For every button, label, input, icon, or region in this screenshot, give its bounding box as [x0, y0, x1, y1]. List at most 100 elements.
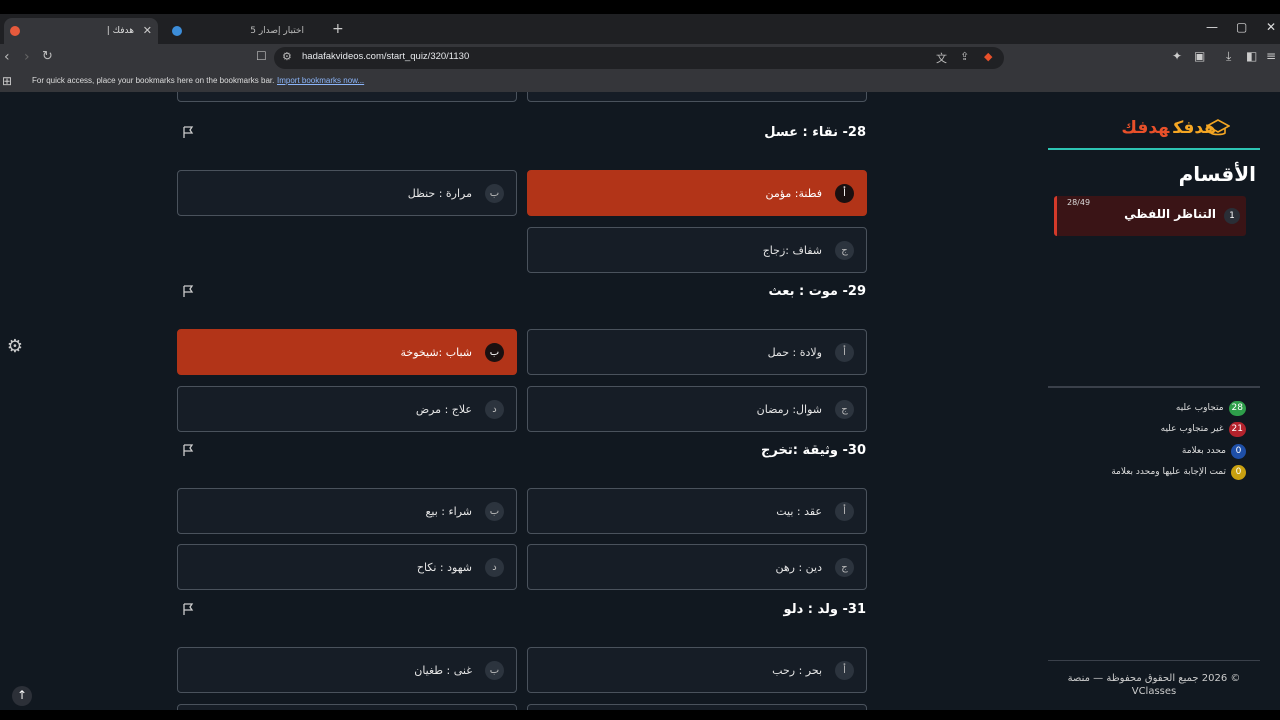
option-card[interactable]: ب شباب :شيخوخة [177, 329, 517, 375]
option-card[interactable]: ب شراء : بيع [177, 488, 517, 534]
logo-text-accent: هدفك [1121, 118, 1170, 138]
maximize-icon[interactable]: ▢ [1236, 20, 1247, 34]
option-text: علاج : مرض [415, 403, 472, 416]
option-text: عقد : بيت [776, 505, 822, 518]
divider [1048, 386, 1260, 388]
legend-count: 28 [1228, 400, 1246, 416]
download-icon[interactable]: ⤓ [1226, 49, 1231, 64]
option-card[interactable] [527, 704, 867, 710]
option-text: غنى : طغيان [414, 664, 472, 677]
legend-answered: 28 متجاوب عليه [1176, 400, 1246, 416]
section-item-verbal-analogy[interactable]: 28/49 1 التناظر اللفظي [1054, 196, 1246, 236]
legend-label: تمت الإجابة عليها ومحدد بعلامة [1111, 467, 1226, 477]
section-progress-count: 28/49 [1067, 198, 1091, 207]
option-letter: أ [835, 184, 854, 203]
shield-icon[interactable]: ◆ [984, 50, 992, 63]
sections-sidebar: هدفكهدفك الأقسام 28/49 1 التناظر اللفظي … [1048, 92, 1260, 710]
option-letter: أ [835, 502, 854, 521]
tab-title: اختبار إصدار 5 [250, 26, 304, 36]
flag-icon[interactable] [182, 285, 194, 297]
option-card[interactable] [527, 92, 867, 102]
option-letter: ب [485, 502, 504, 521]
option-text: شراء : بيع [425, 505, 472, 518]
option-card[interactable] [177, 704, 517, 710]
option-text: شباب :شيخوخة [400, 346, 472, 359]
option-letter: ج [835, 558, 854, 577]
footer-copyright: © 2026 جميع الحقوق محفوظة — منصة VClasse… [1067, 673, 1241, 697]
section-number: 1 [1224, 208, 1240, 224]
tab-title: هدفك | [106, 26, 134, 36]
question-title: 28- نقاء : عسل [764, 125, 866, 140]
forward-icon[interactable]: › [24, 49, 30, 65]
option-text: مرارة : حنظل [407, 187, 472, 200]
option-letter: أ [835, 343, 854, 362]
sidebar-icon[interactable]: ◧ [1246, 49, 1257, 63]
menu-icon[interactable]: ≡ [1266, 49, 1276, 63]
site-favicon-icon [10, 26, 20, 36]
quiz-page: 28- نقاء : عسل أ فطنة: مؤمن ب مرارة : حن… [0, 92, 1280, 710]
close-icon[interactable]: ✕ [143, 24, 152, 37]
option-text: فطنة: مؤمن [765, 187, 822, 200]
browser-toolbar: ‹ › ↻ ☐ ⚙ hadafakvideos.com/start_quiz/3… [0, 44, 1280, 72]
section-name: التناظر اللفظي [1124, 207, 1216, 221]
option-text: شهود : نكاح [416, 561, 472, 574]
option-text: بحر : رحب [772, 664, 822, 677]
back-icon[interactable]: ‹ [4, 49, 10, 65]
option-card[interactable]: د شهود : نكاح [177, 544, 517, 590]
option-card[interactable]: ب غنى : طغيان [177, 647, 517, 693]
option-letter: د [485, 558, 504, 577]
legend-count: 21 [1228, 421, 1246, 437]
legend-unanswered: 21 غير متجاوب عليه [1161, 421, 1246, 437]
divider [1048, 148, 1260, 150]
option-letter: ج [835, 400, 854, 419]
option-letter: د [485, 400, 504, 419]
settings-gear-icon[interactable]: ⚙ [4, 336, 26, 358]
option-card[interactable]: ج شفاف :زجاج [527, 227, 867, 273]
option-card[interactable]: أ فطنة: مؤمن [527, 170, 867, 216]
legend-count: 0 [1231, 443, 1246, 459]
site-info-icon[interactable]: ⚙ [282, 50, 292, 63]
import-bookmarks-link[interactable]: Import bookmarks now... [277, 76, 364, 85]
share-icon[interactable]: ⇪ [960, 50, 969, 63]
bookmarks-bar: ⊞ For quick access, place your bookmarks… [0, 72, 1280, 92]
scroll-top-icon[interactable]: ↑ [12, 686, 32, 706]
apps-grid-icon[interactable]: ⊞ [2, 74, 12, 88]
minimize-icon[interactable]: — [1206, 20, 1218, 34]
flag-icon[interactable] [182, 444, 194, 456]
extensions-icon[interactable]: ✦ [1172, 49, 1182, 63]
legend-label: غير متجاوب عليه [1160, 424, 1224, 434]
legend-label: محدد بعلامة [1181, 446, 1226, 456]
wallet-icon[interactable]: ▣ [1194, 49, 1205, 63]
divider [1048, 660, 1260, 661]
option-card[interactable]: أ ولادة : حمل [527, 329, 867, 375]
new-tab-icon[interactable]: + [332, 21, 344, 37]
option-card[interactable]: ب مرارة : حنظل [177, 170, 517, 216]
option-letter: ج [835, 241, 854, 260]
flag-icon[interactable] [182, 603, 194, 615]
translate-icon[interactable]: 文 [936, 50, 947, 66]
site-favicon-icon [172, 26, 182, 36]
option-card[interactable]: أ عقد : بيت [527, 488, 867, 534]
option-card[interactable]: د علاج : مرض [177, 386, 517, 432]
legend-flagged: 0 محدد بعلامة [1182, 443, 1246, 459]
option-letter: ب [485, 184, 504, 203]
option-card[interactable]: ج شوال: رمضان [527, 386, 867, 432]
option-letter: أ [835, 661, 854, 680]
flag-icon[interactable] [182, 126, 194, 138]
tab-bar: هدفك | ✕ اختبار إصدار 5 + — ▢ ✕ [0, 14, 1280, 44]
question-title: 29- موت : بعث [768, 284, 866, 299]
window-close-icon[interactable]: ✕ [1266, 20, 1276, 34]
site-logo[interactable]: هدفكهدفك [1121, 118, 1216, 138]
tab-inactive[interactable]: اختبار إصدار 5 [162, 18, 328, 44]
bookmark-icon[interactable]: ☐ [256, 49, 267, 63]
option-card[interactable]: ج دين : رهن [527, 544, 867, 590]
bookmarks-hint: For quick access, place your bookmarks h… [32, 76, 275, 85]
tab-active[interactable]: هدفك | ✕ [4, 18, 158, 44]
url-text: hadafakvideos.com/start_quiz/320/1130 [302, 51, 470, 62]
legend-answered-flagged: 0 تمت الإجابة عليها ومحدد بعلامة [1111, 464, 1246, 480]
address-bar[interactable]: ⚙ hadafakvideos.com/start_quiz/320/1130 … [274, 47, 1004, 69]
option-text: شفاف :زجاج [762, 244, 822, 257]
option-card[interactable]: أ بحر : رحب [527, 647, 867, 693]
option-card[interactable] [177, 92, 517, 102]
reload-icon[interactable]: ↻ [42, 49, 53, 64]
